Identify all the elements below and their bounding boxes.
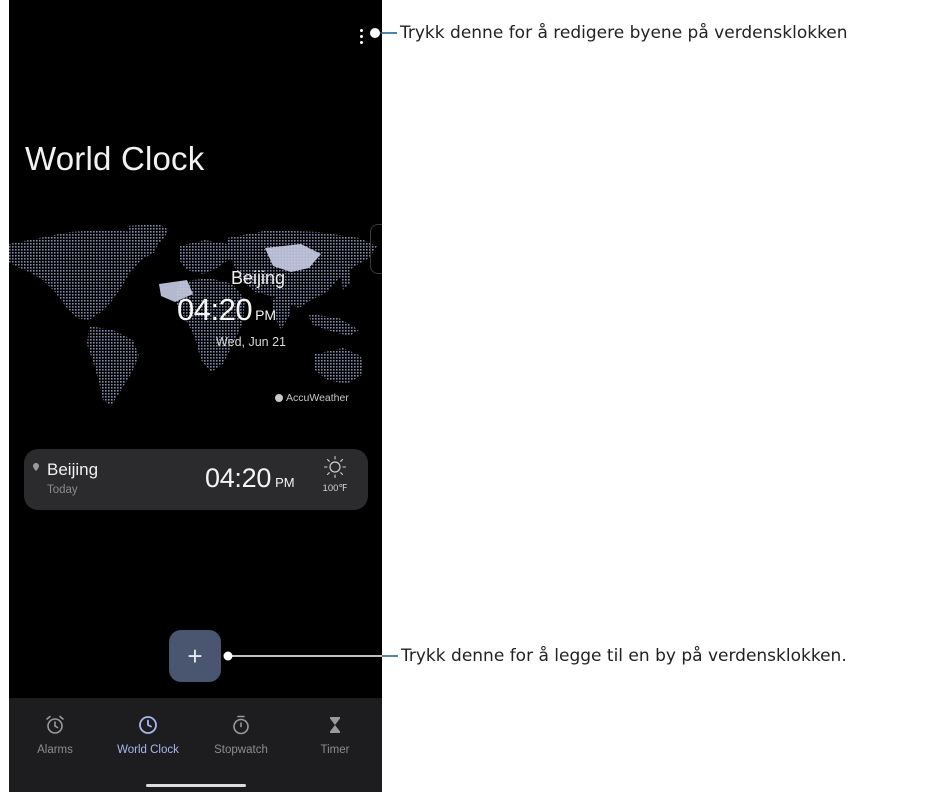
page-title: World Clock [25, 140, 205, 177]
alarm-clock-icon [46, 715, 64, 734]
map-city-time: 04:20 PM [177, 292, 327, 328]
tab-alarms[interactable]: Alarms [9, 714, 101, 756]
tab-stopwatch-label: Stopwatch [214, 744, 268, 756]
more-dot-icon [359, 40, 363, 44]
add-city-button[interactable]: + [169, 630, 221, 682]
sun-icon [323, 455, 347, 479]
location-pin-icon [33, 463, 39, 471]
city-weather: 100℉ [318, 455, 352, 494]
add-callout-text: Trykk denne for å legge til en by på ver… [401, 646, 847, 666]
map-time-value: 04:20 [177, 292, 253, 327]
city-time-ampm: PM [275, 475, 295, 490]
home-indicator[interactable] [146, 784, 246, 787]
phone-screen: World Clock Beijing 04:20 PM Wed, Jun 21… [9, 0, 382, 792]
clock-icon [139, 716, 157, 734]
tab-stopwatch[interactable]: Stopwatch [195, 714, 287, 756]
city-name: Beijing [47, 460, 99, 479]
bottom-navigation: Alarms World Clock Stopwatch Timer [9, 698, 382, 792]
stopwatch-icon [233, 715, 249, 735]
hourglass-icon [330, 717, 340, 733]
tab-timer-label: Timer [320, 744, 350, 756]
menu-callout-text: Trykk denne for å redigere byene på verd… [400, 23, 848, 43]
city-day: Today [47, 484, 78, 496]
accuweather-label: AccuWeather [286, 392, 349, 404]
more-dot-icon [359, 34, 363, 38]
accuweather-sun-icon [275, 394, 283, 402]
city-card[interactable]: Beijing Today 04:20 PM 100℉ [24, 449, 368, 510]
tab-alarms-label: Alarms [37, 744, 73, 756]
accuweather-logo[interactable]: AccuWeather [275, 392, 349, 404]
more-dot-icon [359, 28, 363, 32]
tab-world-clock-label: World Clock [117, 744, 179, 756]
tab-timer[interactable]: Timer [289, 714, 381, 756]
more-options-button[interactable] [353, 24, 369, 48]
city-time-value: 04:20 [205, 463, 272, 493]
city-time: 04:20 PM [205, 463, 295, 494]
map-city-name: Beijing [230, 268, 285, 288]
side-panel-handle[interactable] [370, 224, 382, 274]
map-time-ampm: PM [255, 307, 277, 323]
map-city-date: Wed, Jun 21 [216, 335, 286, 349]
city-temperature: 100℉ [322, 483, 348, 494]
tab-world-clock[interactable]: World Clock [102, 714, 194, 756]
